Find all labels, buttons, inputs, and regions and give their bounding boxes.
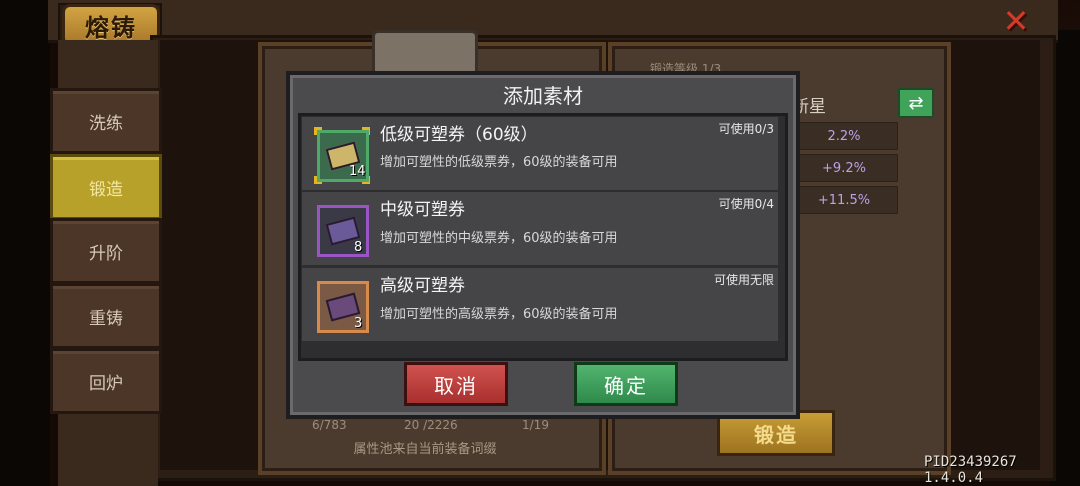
close-x-icon[interactable]: ✕ (998, 2, 1034, 40)
tab-forge[interactable]: 锻造 (50, 154, 162, 220)
stat-count: 20 /2226 (404, 418, 458, 432)
tab-label: 回炉 (89, 373, 123, 394)
item-count: 14 (349, 164, 366, 179)
item-name: 高级可塑券 (380, 276, 465, 296)
stat-value: 2.2% (790, 122, 898, 150)
item-desc: 增加可塑性的高级票券，60级的装备可用 (380, 307, 618, 322)
refresh-icon[interactable]: ⇄ (898, 88, 934, 118)
item-name: 低级可塑券（60级） (380, 125, 538, 145)
stat-count: 1/19 (522, 418, 549, 432)
tab-label: 锻造 (89, 179, 123, 200)
confirm-button[interactable]: 确定 (574, 362, 678, 406)
equipment-stats: 6/783 20 /2226 1/19 (300, 418, 570, 436)
item-availability: 可使用0/3 (718, 122, 774, 136)
tab-refine[interactable]: 洗练 (50, 88, 162, 154)
stat-value: +11.5% (790, 186, 898, 214)
equipment-slot[interactable] (372, 30, 478, 76)
stat-count: 6/783 (312, 418, 347, 432)
tab-smelt[interactable]: 回炉 (50, 348, 162, 414)
item-desc: 增加可塑性的低级票券，60级的装备可用 (380, 155, 618, 170)
item-availability: 可使用0/4 (718, 197, 774, 211)
item-desc: 增加可塑性的中级票券，60级的装备可用 (380, 231, 618, 246)
item-name: 中级可塑券 (380, 200, 465, 220)
tab-upgrade[interactable]: 升阶 (50, 218, 162, 284)
dialog-title: 添加素材 (503, 84, 583, 108)
item-count: 3 (354, 316, 363, 331)
stat-value: +9.2% (790, 154, 898, 182)
item-count: 8 (354, 240, 363, 255)
tab-label: 洗练 (89, 113, 123, 134)
left-edge (0, 0, 50, 486)
build-id: PID23439267 1.4.0.4 (924, 454, 1017, 486)
tab-recast[interactable]: 重铸 (50, 283, 162, 349)
cancel-button[interactable]: 取消 (404, 362, 508, 406)
pool-note: 属性池来自当前装备词缀 (353, 442, 497, 457)
item-availability: 可使用无限 (713, 273, 774, 287)
tab-label: 升阶 (89, 243, 123, 264)
tab-label: 重铸 (89, 308, 123, 329)
